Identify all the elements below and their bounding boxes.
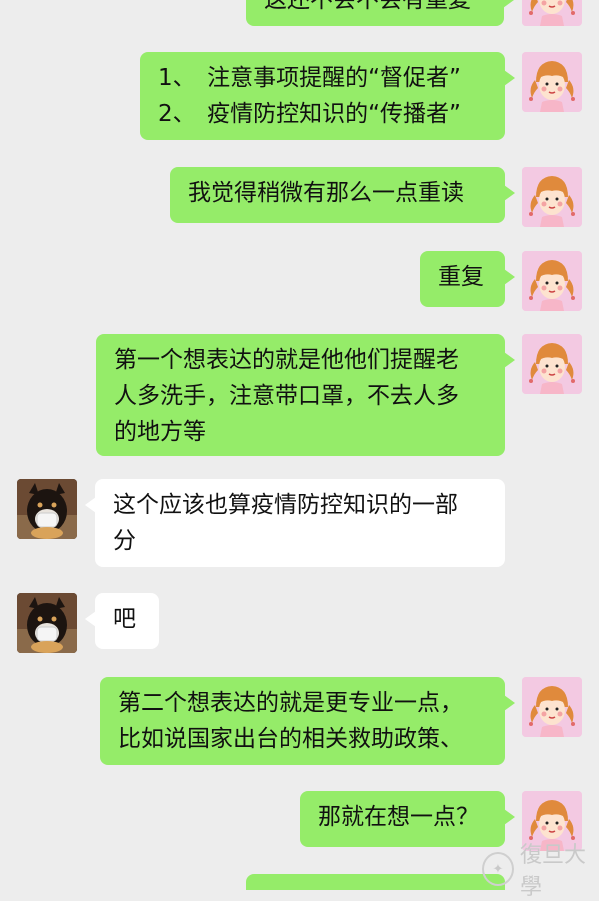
dog-avatar-icon[interactable] bbox=[17, 593, 77, 653]
message-bubble[interactable]: 这个应该也算疫情防控知识的一部 分 bbox=[85, 479, 505, 567]
university-watermark: ✦ 復旦大學 bbox=[482, 843, 599, 900]
girl-avatar-icon[interactable] bbox=[522, 677, 582, 737]
message-text: 2、 疫情防控知识的“传播者” bbox=[158, 101, 461, 127]
message-text: 我觉得稍微有那么一点重读 bbox=[188, 180, 464, 206]
message-text: 第一个想表达的就是他他们提醒老 bbox=[114, 347, 459, 373]
message-bubble[interactable]: 重复 bbox=[420, 251, 515, 307]
message-text: 那就在想一点？ bbox=[318, 804, 479, 830]
girl-avatar-icon[interactable] bbox=[522, 0, 582, 26]
message-text: 的地方等 bbox=[114, 419, 206, 445]
message-text: 重复 bbox=[438, 264, 484, 290]
girl-avatar-icon[interactable] bbox=[522, 334, 582, 394]
message-text: 吧 bbox=[113, 606, 136, 632]
message-text: 第二个想表达的就是更专业一点， bbox=[118, 690, 463, 716]
message-text: 这还不会不会有重复 bbox=[264, 0, 471, 13]
girl-avatar-icon[interactable] bbox=[522, 52, 582, 112]
message-bubble[interactable]: 第一个想表达的就是他他们提醒老 人多洗手，注意带口罩，不去人多 的地方等 bbox=[96, 334, 515, 456]
message-bubble[interactable]: 这还不会不会有重复 bbox=[246, 0, 514, 26]
girl-avatar-icon[interactable] bbox=[522, 167, 582, 227]
message-text: 人多洗手，注意带口罩，不去人多 bbox=[114, 383, 459, 409]
message-bubble[interactable]: 吧 bbox=[85, 593, 159, 649]
message-text: 1、 注意事项提醒的“督促者” bbox=[158, 65, 461, 91]
message-text: 这个应该也算疫情防控知识的一部 bbox=[113, 492, 458, 518]
message-bubble[interactable]: 1、 注意事项提醒的“督促者” 2、 疫情防控知识的“传播者” bbox=[140, 52, 515, 140]
message-bubble[interactable]: 那就在想一点？ bbox=[300, 791, 515, 847]
girl-avatar-icon[interactable] bbox=[522, 251, 582, 311]
message-bubble[interactable]: 我觉得稍微有那么一点重读 bbox=[170, 167, 515, 223]
message-bubble[interactable] bbox=[246, 874, 505, 890]
message-text: 分 bbox=[113, 528, 136, 554]
message-bubble[interactable]: 第二个想表达的就是更专业一点， 比如说国家出台的相关救助政策、 bbox=[100, 677, 515, 765]
message-text: 比如说国家出台的相关救助政策、 bbox=[118, 726, 463, 752]
dog-avatar-icon[interactable] bbox=[17, 479, 77, 539]
seal-icon: ✦ bbox=[482, 852, 514, 886]
watermark-text: 復旦大學 bbox=[519, 843, 586, 900]
message-row: 这还不会不会有重复 bbox=[0, 0, 599, 30]
